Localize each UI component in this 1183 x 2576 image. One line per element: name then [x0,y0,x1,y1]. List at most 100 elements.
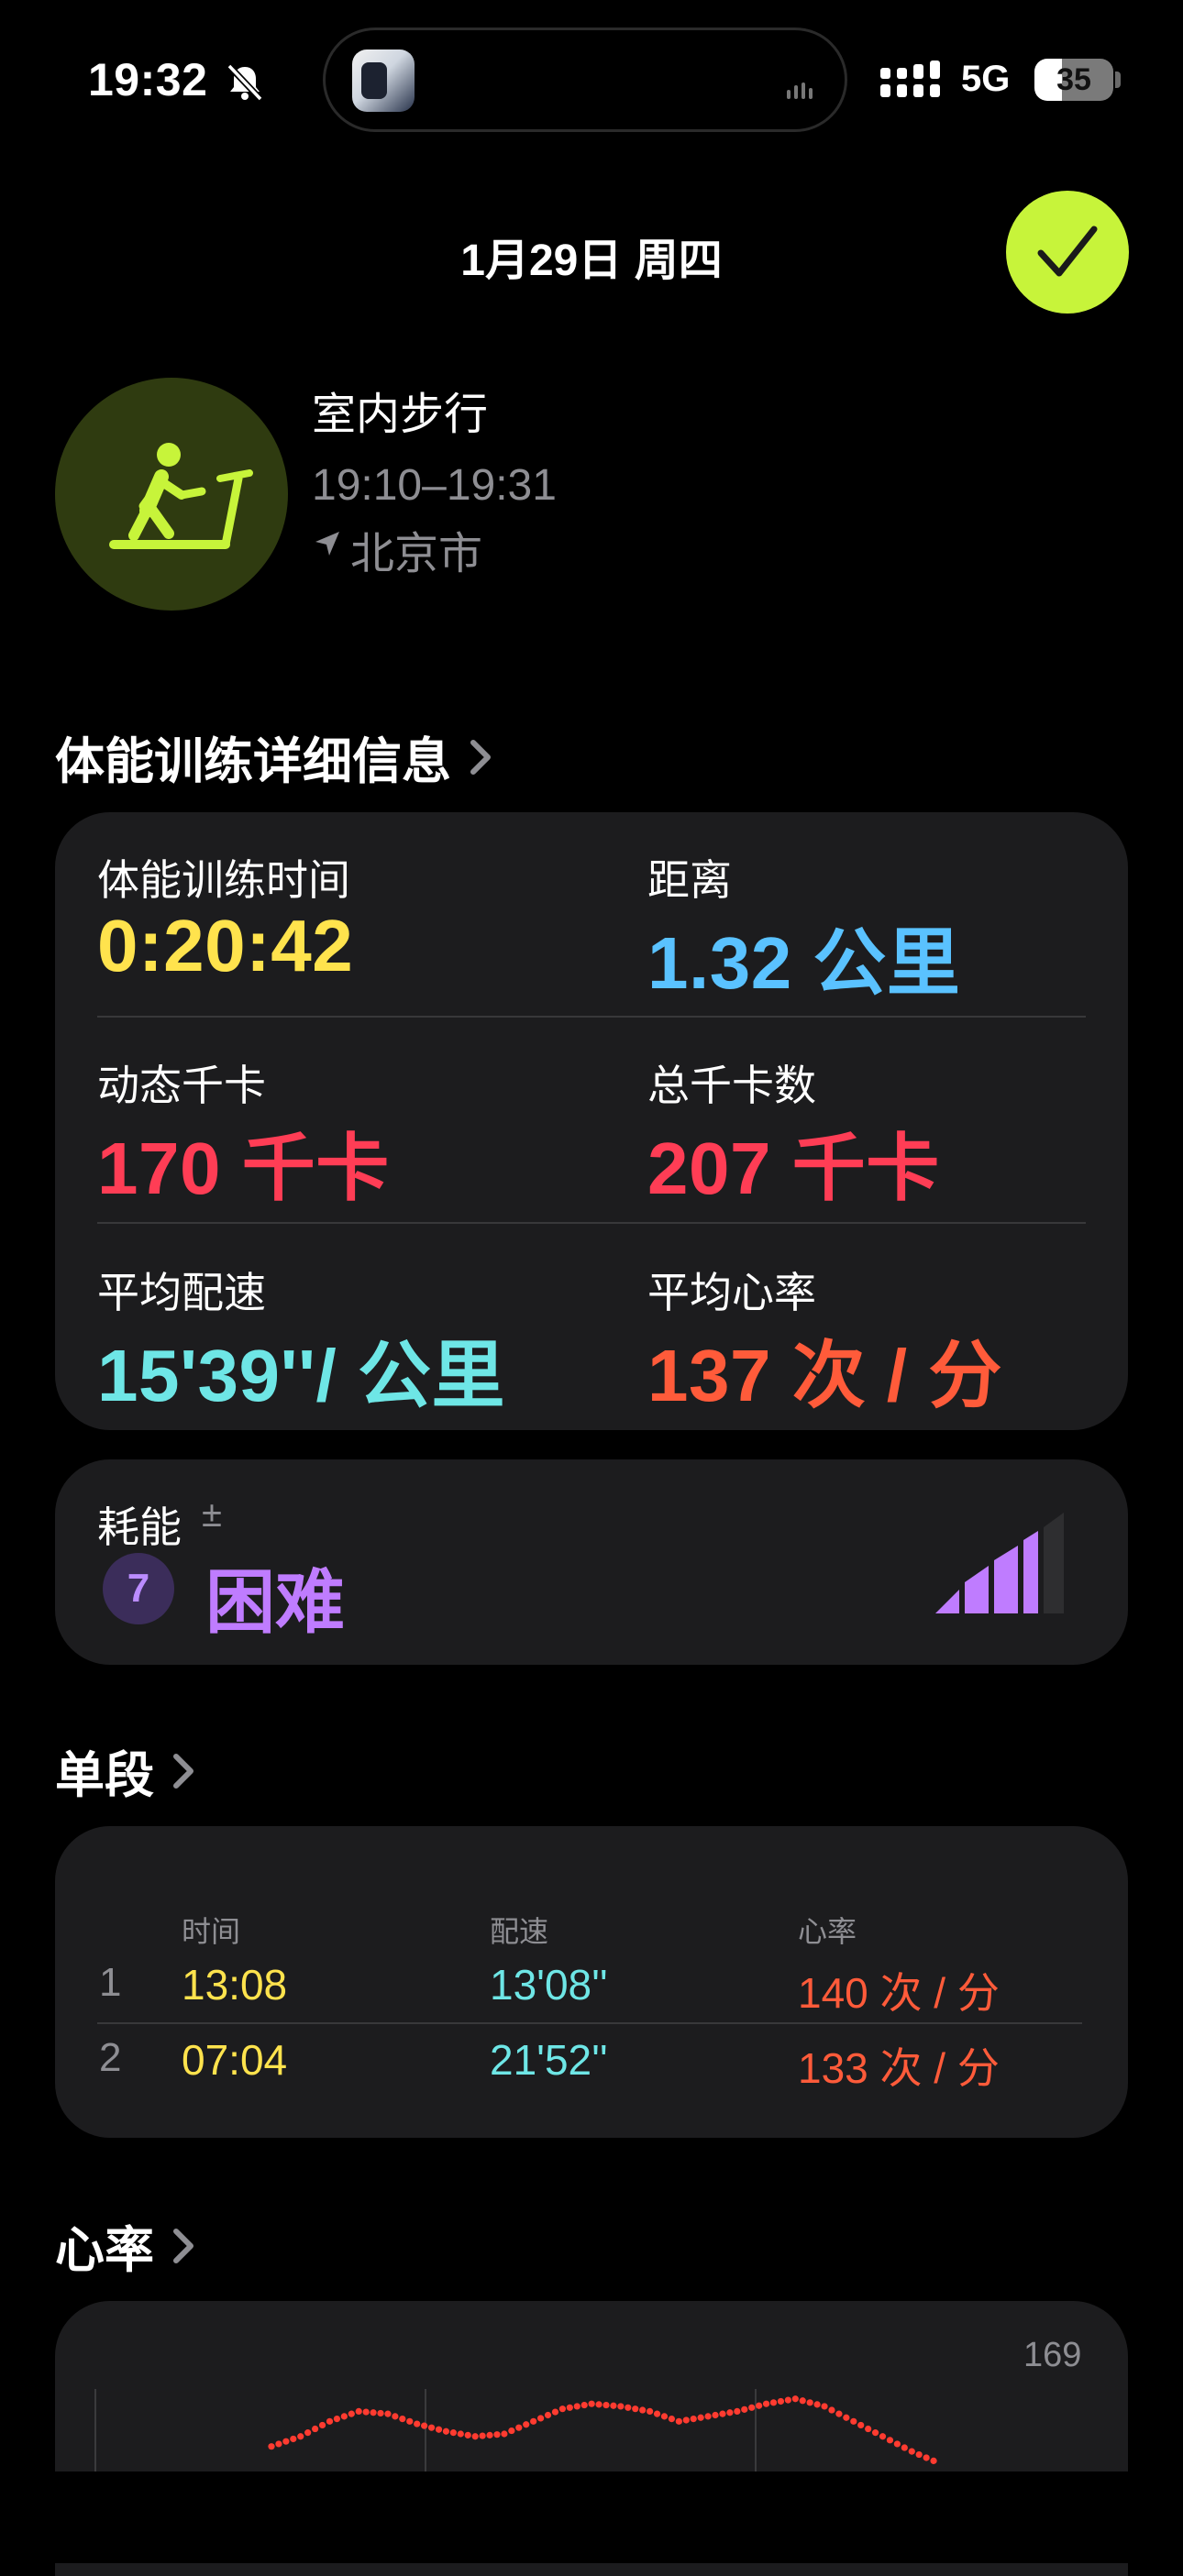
hr-data-point [668,2416,676,2423]
hr-data-point [893,2440,901,2448]
hr-data-point [421,2422,428,2429]
chevron-right-icon [173,1753,193,1789]
hr-data-point [348,2410,355,2417]
hr-data-point [523,2421,530,2428]
hr-data-point [355,2407,362,2415]
split-row-hr: 133 次 / 分 [798,2044,1000,2092]
hr-data-point [435,2426,443,2433]
effort-value: 困难 [205,1564,345,1642]
hr-data-point [275,2440,282,2448]
hr-data-point [843,2414,850,2421]
hr-data-point [486,2431,493,2438]
hr-data-point [427,2424,436,2431]
metric-value-active-kcal: 170 千卡 [97,1128,390,1209]
done-button[interactable] [1006,191,1129,314]
hr-data-point [530,2417,537,2425]
hr-data-point [282,2438,290,2445]
location-arrow-icon [315,532,339,556]
split-row-pace: 13'08'' [490,1961,608,2009]
splits-column-hr: 心率 [798,1915,857,1948]
splits-section-link[interactable]: 单段 [55,1734,194,1807]
hr-data-point [799,2397,806,2405]
hr-data-point [457,2430,464,2438]
hr-data-point [603,2401,610,2409]
hr-data-point [384,2410,392,2417]
hr-data-point [501,2430,508,2438]
hr-data-point [515,2424,523,2431]
hr-data-point [821,2403,828,2410]
divider [97,1222,1086,1224]
split-row-time: 07:04 [182,2036,288,2084]
details-heading: 体能训练详细信息 [55,734,451,789]
splits-column-pace: 配速 [490,1915,549,1948]
checkmark-icon [1037,226,1098,277]
effort-bars-icon [935,1513,1064,1613]
workout-time-range: 19:10–19:31 [312,461,557,510]
hr-data-point [377,2409,384,2417]
metric-value-distance: 1.32 公里 [647,922,961,1004]
hr-data-point [449,2429,457,2437]
metric-value-avg-hr: 137 次 / 分 [647,1335,1002,1416]
hr-data-point [632,2405,639,2413]
battery-level: 35 [1056,62,1091,97]
hr-data-point [399,2416,406,2423]
hr-data-point [370,2409,377,2416]
hr-data-point [544,2411,552,2419]
hr-data-point [406,2417,414,2425]
split-row-number: 2 [99,2035,122,2080]
hr-data-point [806,2399,813,2406]
hr-data-point [297,2433,304,2440]
split-row-time: 13:08 [182,1961,288,2009]
hr-data-point [442,2427,450,2435]
heart-rate-heading: 心率 [55,2223,154,2278]
hr-data-point [580,2401,588,2409]
cellular-signal-icon [880,61,940,97]
hr-data-point [312,2425,319,2433]
hr-data-point [741,2405,748,2413]
hr-data-point [675,2417,682,2425]
silent-bell-icon [227,63,263,101]
hr-data-point [712,2411,719,2419]
effort-adjust-icon[interactable]: ± [202,1494,222,1536]
hr-data-point [865,2425,872,2433]
hr-data-point [268,2443,275,2450]
hr-data-point [915,2450,923,2459]
divider [97,2022,1082,2024]
hr-data-point [762,2400,770,2407]
hr-data-point [653,2410,661,2417]
hr-data-point [828,2406,835,2414]
battery-tip [1115,72,1121,88]
metric-label-duration: 体能训练时间 [97,856,350,904]
hr-data-point [304,2429,312,2437]
heart-rate-chart [94,2389,937,2471]
hr-data-point [471,2433,479,2440]
heart-rate-section-link[interactable]: 心率 [55,2209,194,2282]
hr-data-point [340,2413,348,2420]
hr-data-point [508,2427,515,2435]
status-time: 19:32 [88,54,208,105]
details-section-link[interactable]: 体能训练详细信息 [55,721,492,793]
split-row-pace: 21'52'' [490,2036,608,2084]
chevron-right-icon [470,739,491,775]
hr-data-point [756,2402,763,2409]
hr-data-point [588,2400,595,2407]
hr-data-point [748,2404,756,2411]
hr-data-point [930,2457,937,2464]
hr-data-point [871,2429,879,2437]
hr-data-point [704,2413,712,2420]
hr-data-point [536,2415,545,2422]
effort-label: 耗能 [97,1503,182,1551]
hr-data-point [318,2421,326,2429]
hr-data-point [719,2410,726,2417]
metric-label-avg-hr: 平均心率 [647,1269,816,1316]
hr-data-point [414,2420,421,2427]
chevron-right-icon [173,2228,193,2263]
hr-data-point [464,2431,471,2438]
hr-data-point [777,2397,785,2405]
hr-data-point [769,2399,778,2406]
hr-data-point [617,2403,625,2410]
metric-value-total-kcal: 207 千卡 [647,1128,940,1209]
chart-cutoff [0,2471,1183,2563]
splits-heading: 单段 [55,1748,154,1803]
hr-data-point [923,2454,930,2461]
